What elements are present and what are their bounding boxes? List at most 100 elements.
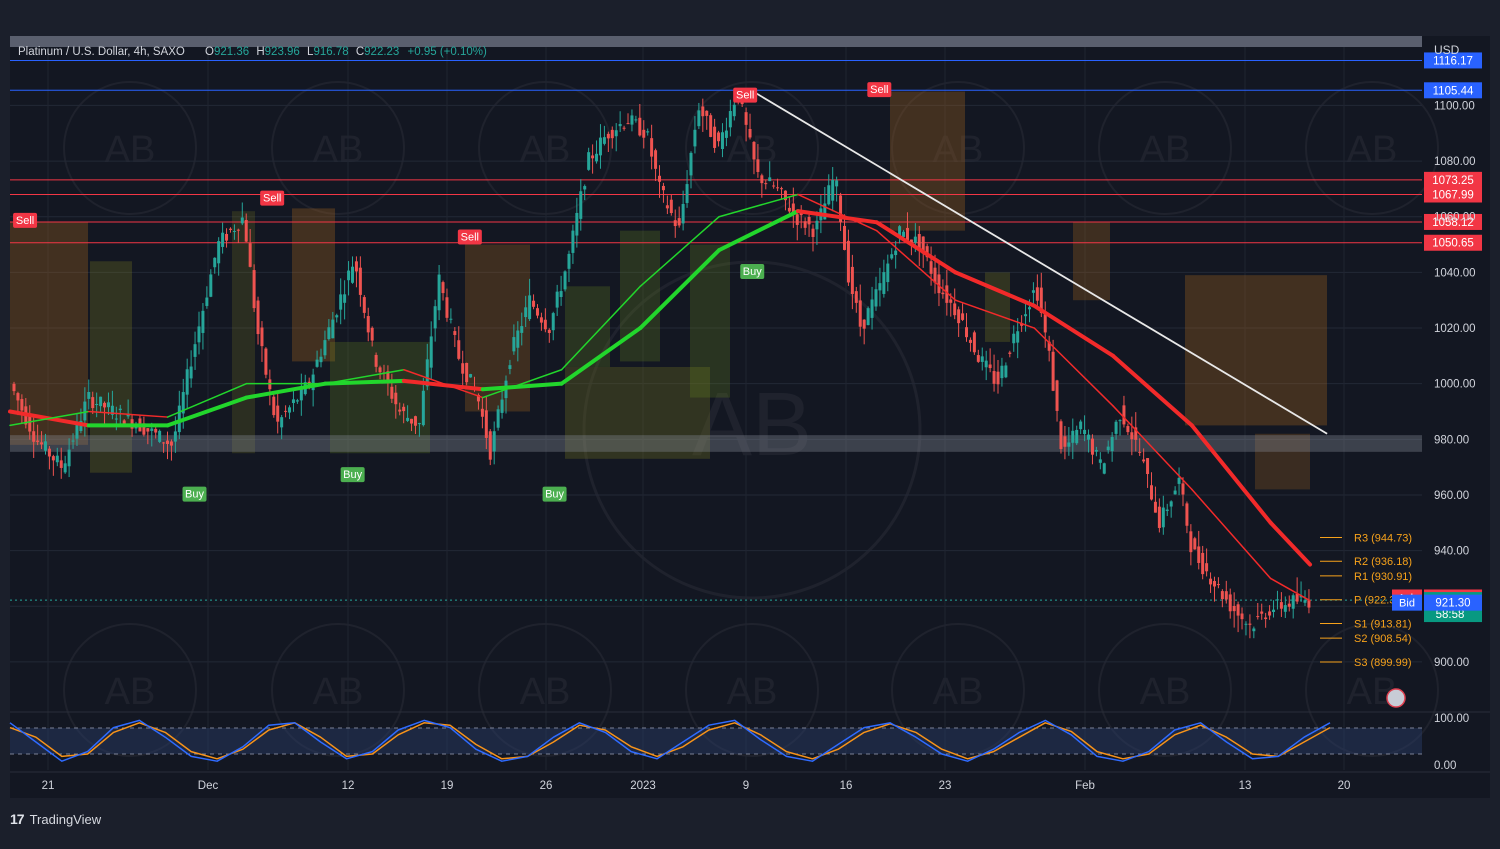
candle-body — [67, 449, 71, 467]
signal-zone — [1073, 222, 1110, 301]
candle-body — [40, 442, 44, 445]
candle-body — [905, 227, 909, 241]
candle-body — [512, 337, 516, 352]
candle-body — [1216, 584, 1220, 586]
candle-body — [1012, 333, 1016, 344]
pivot-label: S3 (899.99) — [1354, 657, 1411, 669]
candle-body — [260, 327, 264, 347]
candle-body — [1051, 351, 1055, 391]
candle-body — [874, 289, 878, 307]
sell-signal-label: Sell — [16, 215, 34, 227]
candle-body — [248, 243, 252, 267]
sell-signal-label: Sell — [870, 84, 888, 96]
candle-body — [1189, 531, 1193, 553]
open-value: 921.36 — [214, 46, 249, 58]
watermark-text: AB — [520, 671, 571, 713]
candle-body — [252, 270, 256, 309]
candle-body — [410, 418, 414, 424]
oscillator-tick-100: 100.00 — [1434, 713, 1469, 725]
candle-body — [217, 241, 221, 264]
candle-body — [1240, 613, 1244, 620]
price-axis-tick: 1020.00 — [1434, 323, 1476, 335]
candle-body — [484, 410, 488, 438]
candle-body — [634, 119, 638, 121]
candle-body — [543, 319, 547, 330]
candle-body — [315, 359, 319, 367]
ohlc-readout: O921.36 H923.96 L916.78 C922.23 +0.95 (+… — [205, 46, 487, 58]
candle-body — [350, 266, 354, 283]
candle-body — [402, 406, 406, 412]
candle-body — [583, 186, 587, 190]
candle-body — [720, 132, 724, 149]
candle-body — [882, 272, 886, 294]
candle-body — [1063, 436, 1067, 447]
candle-body — [496, 409, 500, 428]
candle-body — [323, 340, 327, 356]
candle-body — [150, 428, 154, 431]
candle-body — [1169, 501, 1173, 507]
candle-body — [713, 126, 717, 148]
candle-body — [221, 232, 225, 247]
candle-body — [626, 123, 630, 125]
candle-body — [1232, 605, 1236, 612]
candle-body — [335, 315, 339, 318]
candle-body — [488, 431, 492, 460]
tradingview-logo-icon: 17 — [10, 811, 25, 827]
candle-body — [685, 184, 689, 203]
candle-body — [622, 127, 626, 129]
candle-body — [1224, 591, 1228, 600]
candle-body — [1252, 628, 1256, 632]
candle-body — [642, 129, 646, 138]
pivot-label: S1 (913.81) — [1354, 618, 1411, 630]
watermark-text: AB — [933, 671, 984, 713]
candle-body — [118, 408, 122, 411]
candle-body — [559, 291, 563, 298]
candle-body — [347, 270, 351, 281]
time-axis-tick: 9 — [743, 780, 749, 792]
chart-title: Platinum / U.S. Dollar, 4h, SAXO — [18, 46, 185, 58]
candle-body — [1098, 459, 1102, 463]
candle-body — [1142, 459, 1146, 462]
branding-footer[interactable]: 17 TradingView — [10, 808, 101, 830]
candle-body — [1110, 437, 1114, 452]
candle-body — [815, 220, 819, 230]
candle-body — [532, 300, 536, 307]
candle-body — [850, 266, 854, 294]
candle-body — [669, 199, 673, 214]
candle-body — [1209, 578, 1213, 585]
candle-body — [433, 306, 437, 329]
candle-body — [1256, 616, 1260, 618]
watermark-text: AB — [313, 671, 364, 713]
candle-body — [776, 187, 780, 189]
candle-body — [748, 128, 752, 138]
candle-body — [95, 404, 99, 406]
price-chart[interactable]: AB AB AB AB AB AB ABAB AB AB AB AB AB ABAB SellBuySe… — [0, 0, 1500, 844]
candle-body — [43, 441, 47, 451]
candle-body — [87, 391, 91, 399]
candle-body — [1197, 546, 1201, 563]
price-axis-tick: 940.00 — [1434, 546, 1469, 558]
chart-stage[interactable]: AB AB AB AB AB AB AB AB AB AB AB AB AB AB AB Sell Buy Se… — [0, 0, 1500, 844]
candle-body — [417, 423, 421, 425]
candle-body — [291, 399, 295, 404]
candle-body — [213, 257, 217, 268]
candle-body — [516, 330, 520, 348]
candle-body — [1031, 290, 1035, 293]
candle-body — [1150, 485, 1154, 500]
candle-body — [457, 340, 461, 359]
candle-body — [240, 217, 244, 224]
candle-body — [535, 308, 539, 316]
candle-body — [610, 129, 614, 139]
candle-body — [362, 297, 366, 313]
price-tag-label: 1073.25 — [1432, 175, 1474, 187]
candle-body — [1087, 434, 1091, 440]
price-axis-tick: 1100.00 — [1434, 100, 1475, 112]
price-tag-label: 1116.17 — [1433, 55, 1473, 67]
buy-signal-label: Buy — [343, 469, 362, 481]
low-value: 916.78 — [313, 46, 348, 58]
candle-body — [894, 250, 898, 256]
candle-body — [811, 228, 815, 237]
candle-body — [571, 230, 575, 253]
candle-body — [1272, 609, 1276, 612]
candle-body — [83, 401, 87, 421]
